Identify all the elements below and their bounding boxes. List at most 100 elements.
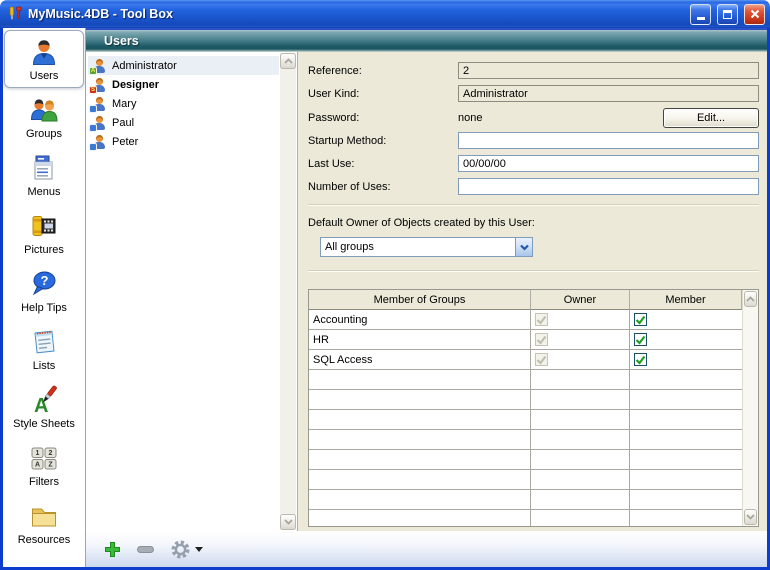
scroll-up-button[interactable]	[280, 53, 296, 69]
sidebar-item-menus[interactable]: Menus	[4, 146, 84, 204]
sidebar-item-label: Lists	[33, 360, 56, 372]
table-empty-row	[309, 510, 742, 527]
owner-checkbox	[535, 313, 548, 326]
user-icon	[92, 97, 106, 111]
group-name-cell[interactable]: HR	[309, 330, 531, 350]
user-list: A Administrator S Designer	[86, 52, 298, 531]
chevron-up-icon	[746, 296, 755, 302]
users-icon	[28, 36, 60, 68]
close-button[interactable]	[744, 4, 765, 25]
password-value: none	[458, 112, 663, 124]
remove-user-button[interactable]	[137, 546, 154, 553]
check-icon	[635, 335, 646, 345]
window-title: MyMusic.4DB - Tool Box	[28, 7, 684, 21]
user-badge-icon	[89, 143, 97, 151]
scroll-down-button[interactable]	[280, 514, 296, 530]
column-header-member: Member	[630, 290, 742, 310]
field-row-password: Password: none Edit...	[308, 108, 759, 128]
user-badge-icon	[89, 105, 97, 113]
user-list-item[interactable]: A Administrator	[88, 56, 279, 75]
user-list-item[interactable]: Peter	[88, 132, 279, 151]
sidebar-item-label: Groups	[26, 128, 62, 140]
table-empty-row	[309, 390, 742, 410]
table-row[interactable]: SQL Access	[309, 350, 742, 370]
user-list-item[interactable]: Mary	[88, 94, 279, 113]
member-checkbox[interactable]	[634, 333, 647, 346]
maximize-button[interactable]	[717, 4, 738, 25]
table-row[interactable]: Accounting	[309, 310, 742, 330]
default-owner-combobox[interactable]: All groups	[320, 237, 533, 257]
scroll-down-button[interactable]	[744, 509, 757, 525]
edit-password-button[interactable]: Edit...	[663, 108, 759, 128]
user-icon	[92, 116, 106, 130]
sidebar-item-label: Style Sheets	[13, 418, 75, 430]
sidebar-item-help-tips[interactable]: ? Help Tips	[4, 262, 84, 320]
actions-menu-button[interactable]	[170, 539, 203, 560]
user-list-item[interactable]: S Designer	[88, 75, 279, 94]
startup-method-input[interactable]	[458, 132, 759, 149]
sidebar-item-style-sheets[interactable]: A Style Sheets	[4, 378, 84, 436]
group-name-cell[interactable]: SQL Access	[309, 350, 531, 370]
user-icon: A	[92, 59, 106, 73]
minimize-button[interactable]	[690, 4, 711, 25]
last-use-input[interactable]	[458, 155, 759, 172]
pictures-icon	[28, 210, 60, 242]
table-row[interactable]: HR	[309, 330, 742, 350]
svg-text:Z: Z	[48, 462, 53, 469]
add-user-button[interactable]	[104, 541, 121, 558]
sidebar-item-users[interactable]: Users	[4, 30, 84, 88]
minimize-icon	[697, 17, 705, 20]
titlebar: MyMusic.4DB - Tool Box	[0, 0, 770, 28]
table-scrollbar[interactable]	[742, 290, 758, 526]
combobox-dropdown-button[interactable]	[515, 238, 532, 256]
startup-method-label: Startup Method:	[308, 135, 458, 147]
sidebar-item-label: Filters	[29, 476, 59, 488]
table-empty-row	[309, 470, 742, 490]
sidebar-item-lists[interactable]: Lists	[4, 320, 84, 378]
sidebar-item-pictures[interactable]: Pictures	[4, 204, 84, 262]
field-row-last-use: Last Use:	[308, 155, 759, 172]
user-icon: S	[92, 78, 106, 92]
combobox-value[interactable]: All groups	[321, 238, 515, 256]
sidebar-item-groups[interactable]: Groups	[4, 88, 84, 146]
field-row-reference: Reference: 2	[308, 62, 759, 79]
sidebar-item-resources[interactable]: Resources	[4, 494, 84, 552]
section-header: Users	[86, 28, 767, 52]
number-of-uses-label: Number of Uses:	[308, 181, 458, 193]
menus-icon	[28, 152, 60, 184]
group-name-cell[interactable]: Accounting	[309, 310, 531, 330]
reference-label: Reference:	[308, 65, 458, 77]
user-name: Designer	[112, 79, 159, 91]
table-empty-row	[309, 450, 742, 470]
scroll-up-button[interactable]	[744, 291, 757, 307]
member-checkbox[interactable]	[634, 353, 647, 366]
sidebar-item-filters[interactable]: 1 2 A Z Filters	[4, 436, 84, 494]
table-empty-row	[309, 370, 742, 390]
check-icon	[635, 315, 646, 325]
resources-icon	[28, 500, 60, 532]
member-of-groups-table: Member of Groups Owner Member Accounting	[308, 289, 759, 527]
user-kind-field: Administrator	[458, 85, 759, 102]
table-empty-row	[309, 430, 742, 450]
member-checkbox[interactable]	[634, 313, 647, 326]
table-header-row: Member of Groups Owner Member	[309, 290, 742, 310]
groups-icon	[28, 94, 60, 126]
separator	[308, 204, 759, 206]
app-toolbox-icon	[7, 5, 23, 24]
user-details-panel: Reference: 2 User Kind: Administrator Pa…	[298, 52, 767, 531]
user-list-item[interactable]: Paul	[88, 113, 279, 132]
user-name: Administrator	[112, 60, 177, 72]
svg-text:1: 1	[36, 450, 40, 457]
sidebar-item-label: Resources	[18, 534, 71, 546]
user-name: Mary	[112, 98, 136, 110]
svg-text:A: A	[35, 462, 40, 469]
check-icon	[536, 355, 547, 365]
bottom-toolbar	[86, 531, 767, 567]
toolbox-window: MyMusic.4DB - Tool Box Users	[0, 0, 770, 570]
number-of-uses-input[interactable]	[458, 178, 759, 195]
check-icon	[536, 315, 547, 325]
user-list-scrollbar[interactable]	[280, 53, 296, 530]
chevron-down-icon	[520, 244, 529, 251]
user-kind-label: User Kind:	[308, 88, 458, 100]
field-row-user-kind: User Kind: Administrator	[308, 85, 759, 102]
